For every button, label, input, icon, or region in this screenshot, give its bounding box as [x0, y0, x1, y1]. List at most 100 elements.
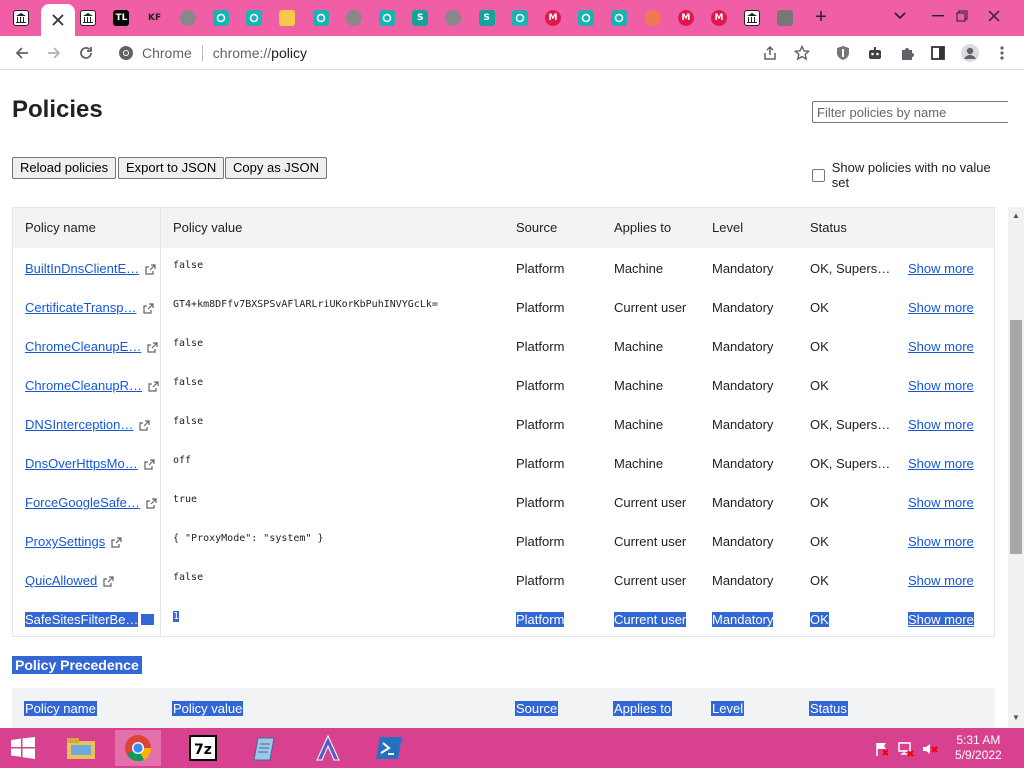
show-more-link[interactable]: Show more — [908, 495, 974, 510]
chrome-icon[interactable] — [115, 730, 161, 766]
open-external-icon[interactable] — [141, 457, 155, 470]
back-icon[interactable] — [12, 43, 32, 63]
policy-name-cell[interactable]: DNSInterception… — [25, 417, 150, 432]
reload-policies-button[interactable]: Reload policies — [12, 157, 117, 179]
show-more-link[interactable]: Show more — [908, 534, 974, 549]
powershell-icon[interactable] — [366, 730, 412, 766]
show-more-link[interactable]: Show more — [908, 300, 974, 315]
browser-tab[interactable] — [606, 6, 632, 30]
network-icon[interactable] — [898, 741, 914, 757]
export-json-button[interactable]: Export to JSON — [118, 157, 225, 179]
filter-policies-input[interactable] — [812, 101, 1008, 123]
browser-tab[interactable]: TL — [108, 6, 134, 30]
browser-tab[interactable] — [341, 6, 367, 30]
open-external-icon[interactable] — [143, 496, 157, 509]
policy-name-link[interactable]: QuicAllowed — [25, 573, 97, 588]
browser-tab[interactable] — [274, 6, 300, 30]
browser-tab[interactable]: M — [706, 6, 732, 30]
forward-icon[interactable] — [44, 43, 64, 63]
notepad-icon[interactable] — [243, 730, 289, 766]
show-more-link[interactable]: Show more — [908, 456, 974, 471]
profile-avatar-icon[interactable] — [960, 43, 980, 63]
show-more-link[interactable]: Show more — [908, 261, 974, 276]
policy-name-cell[interactable]: SafeSitesFilterBe… — [25, 612, 155, 627]
show-more-link[interactable]: Show more — [908, 417, 974, 432]
policy-name-cell[interactable]: ChromeCleanupE… — [25, 339, 158, 354]
policy-name-link[interactable]: ChromeCleanupE… — [25, 339, 141, 354]
open-external-icon[interactable] — [144, 340, 158, 353]
policy-name-link[interactable]: ProxySettings — [25, 534, 105, 549]
policy-name-link[interactable]: CertificateTransp… — [25, 300, 137, 315]
menu-kebab-icon[interactable] — [992, 43, 1012, 63]
scroll-up-icon[interactable]: ▲ — [1012, 211, 1020, 220]
show-no-value-toggle[interactable]: Show policies with no value set — [812, 160, 1008, 190]
7zip-icon[interactable]: 7z — [180, 730, 226, 766]
policy-name-link[interactable]: DnsOverHttpsMo… — [25, 456, 138, 471]
tab-search-chevron-icon[interactable] — [886, 4, 914, 28]
browser-tab[interactable] — [8, 6, 34, 30]
browser-tab[interactable] — [175, 6, 201, 30]
policy-name-cell[interactable]: CertificateTransp… — [25, 300, 154, 315]
browser-tab[interactable]: M — [540, 6, 566, 30]
browser-tab[interactable]: M — [673, 6, 699, 30]
reload-icon[interactable] — [76, 43, 96, 63]
browser-tab[interactable] — [440, 6, 466, 30]
open-external-icon[interactable] — [100, 574, 114, 587]
browser-tab[interactable] — [772, 6, 798, 30]
policy-name-link[interactable]: DNSInterception… — [25, 417, 133, 432]
browser-tab[interactable] — [75, 6, 101, 30]
scroll-down-icon[interactable]: ▼ — [1012, 713, 1020, 722]
browser-tab[interactable] — [573, 6, 599, 30]
browser-tab[interactable]: S — [474, 6, 500, 30]
robot-extension-icon[interactable] — [865, 43, 885, 63]
window-close-icon[interactable] — [980, 4, 1008, 28]
omnibox-url[interactable]: chrome://policy — [213, 45, 307, 61]
open-external-icon[interactable] — [142, 262, 156, 275]
browser-tab[interactable] — [374, 6, 400, 30]
open-external-icon[interactable] — [141, 614, 155, 625]
policy-name-link[interactable]: ForceGoogleSafe… — [25, 495, 140, 510]
policy-name-cell[interactable]: QuicAllowed — [25, 573, 114, 588]
scrollbar-thumb[interactable] — [1010, 320, 1022, 554]
new-tab-button[interactable]: + — [810, 7, 832, 29]
policy-name-cell[interactable]: ProxySettings — [25, 534, 122, 549]
close-tab-icon[interactable] — [52, 14, 64, 26]
omnibox[interactable]: Chrome chrome://policy — [108, 39, 820, 67]
policy-name-cell[interactable]: ForceGoogleSafe… — [25, 495, 157, 510]
browser-tab[interactable] — [41, 4, 76, 36]
side-panel-icon[interactable] — [928, 43, 948, 63]
browser-tab[interactable] — [739, 6, 765, 30]
policy-name-link[interactable]: SafeSitesFilterBe… — [25, 612, 139, 627]
show-more-link[interactable]: Show more — [908, 612, 974, 627]
policy-name-link[interactable]: BuiltInDnsClientE… — [25, 261, 139, 276]
browser-tab[interactable]: S — [407, 6, 433, 30]
policy-name-link[interactable]: ChromeCleanupR… — [25, 378, 142, 393]
restore-icon[interactable] — [948, 4, 976, 28]
show-more-link[interactable]: Show more — [908, 378, 974, 393]
share-icon[interactable] — [760, 43, 780, 63]
copy-json-button[interactable]: Copy as JSON — [225, 157, 327, 179]
policy-name-cell[interactable]: BuiltInDnsClientE… — [25, 261, 156, 276]
open-external-icon[interactable] — [140, 301, 154, 314]
start-icon[interactable] — [0, 730, 46, 766]
extensions-puzzle-icon[interactable] — [897, 43, 917, 63]
show-more-link[interactable]: Show more — [908, 573, 974, 588]
system-clock[interactable]: 5:31 AM 5/9/2022 — [955, 733, 1002, 763]
show-no-value-checkbox[interactable] — [812, 168, 825, 182]
page-scrollbar[interactable]: ▲ ▼ — [1008, 207, 1024, 728]
shield-extension-icon[interactable] — [833, 43, 853, 63]
browser-tab[interactable] — [308, 6, 334, 30]
open-external-icon[interactable] — [136, 418, 150, 431]
browser-tab[interactable] — [241, 6, 267, 30]
browser-tab[interactable] — [640, 6, 666, 30]
browser-tab[interactable]: KF — [142, 6, 168, 30]
open-external-icon[interactable] — [145, 379, 159, 392]
open-external-icon[interactable] — [108, 535, 122, 548]
file-explorer-icon[interactable] — [58, 730, 104, 766]
app-a-icon[interactable] — [305, 730, 351, 766]
volume-muted-icon[interactable] — [922, 741, 938, 757]
policy-name-cell[interactable]: DnsOverHttpsMo… — [25, 456, 155, 471]
show-more-link[interactable]: Show more — [908, 339, 974, 354]
browser-tab[interactable] — [208, 6, 234, 30]
bookmark-star-icon[interactable] — [792, 43, 812, 63]
